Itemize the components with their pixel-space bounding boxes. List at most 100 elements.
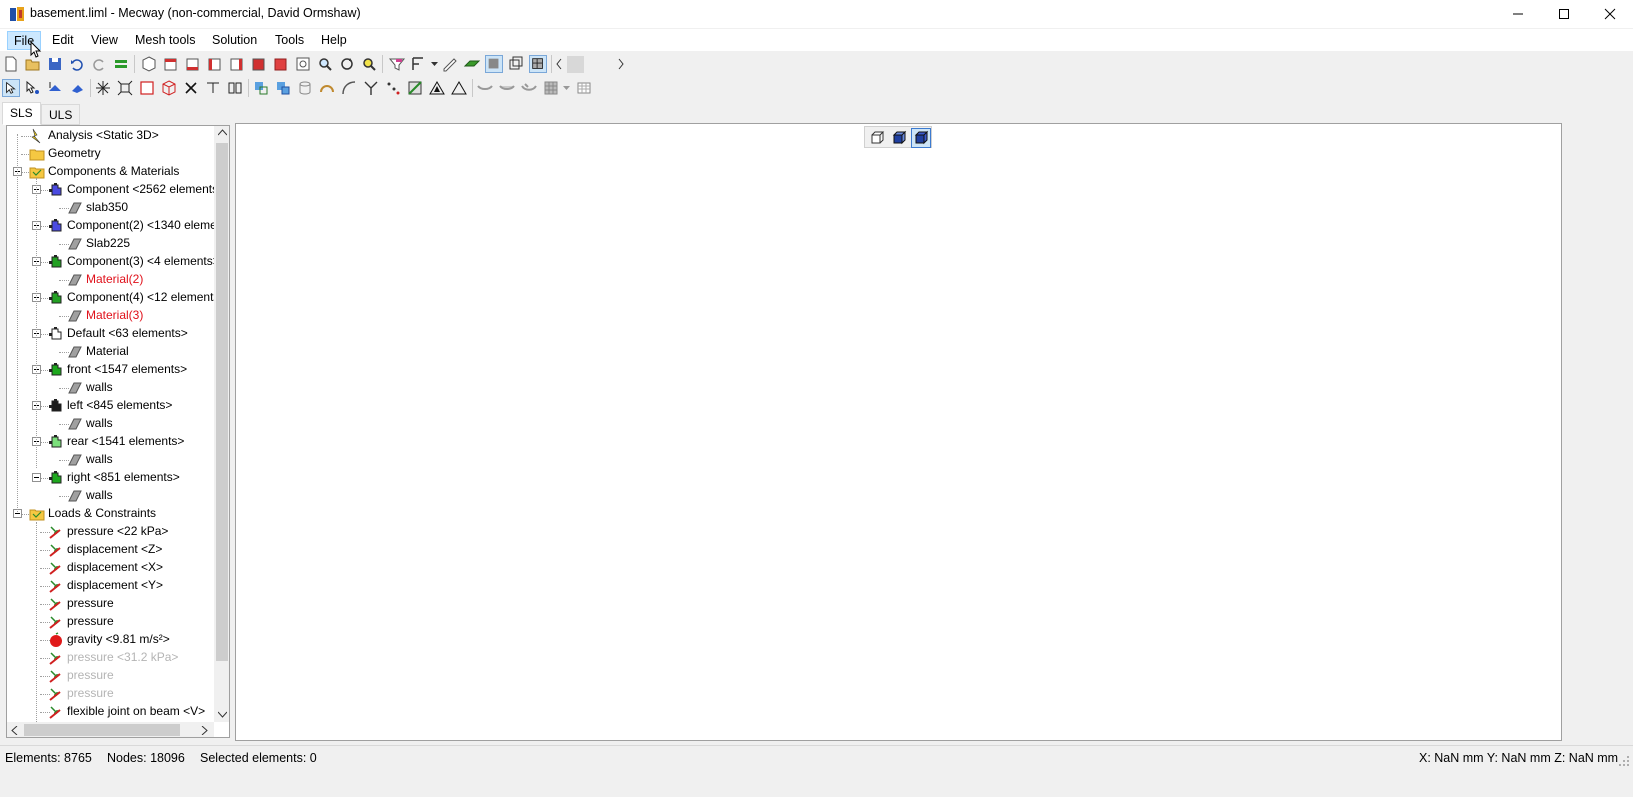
tree-vscroll-thumb[interactable] bbox=[216, 143, 228, 661]
toolbar-overflow-scroll[interactable] bbox=[555, 56, 630, 73]
view-top-icon[interactable] bbox=[250, 55, 268, 73]
arc-icon[interactable] bbox=[318, 79, 336, 97]
view-right-icon[interactable] bbox=[228, 55, 246, 73]
tree-horizontal-scrollbar[interactable] bbox=[7, 722, 214, 737]
close-button[interactable] bbox=[1587, 0, 1633, 28]
triangle-outline-icon[interactable] bbox=[450, 79, 468, 97]
view-back-icon[interactable] bbox=[184, 55, 202, 73]
tree-item[interactable]: Default <63 elements> bbox=[7, 325, 212, 342]
bend-icon[interactable] bbox=[340, 79, 358, 97]
tree-item[interactable]: right <851 elements> bbox=[7, 469, 212, 486]
tree-item[interactable]: pressure <31.2 kPa> bbox=[7, 649, 212, 666]
scroll-right-icon[interactable] bbox=[201, 726, 208, 735]
tree-item[interactable]: Material(3) bbox=[7, 307, 212, 324]
tree-item[interactable]: pressure bbox=[7, 595, 212, 612]
menu-solution[interactable]: Solution bbox=[206, 31, 263, 50]
merge-icon[interactable] bbox=[204, 79, 222, 97]
shaded-cube-icon[interactable] bbox=[911, 128, 931, 148]
undo-icon[interactable] bbox=[68, 55, 86, 73]
tree-item[interactable]: walls bbox=[7, 451, 212, 468]
tree-item[interactable]: walls bbox=[7, 415, 212, 432]
rotate-icon[interactable] bbox=[338, 55, 356, 73]
points-icon[interactable] bbox=[384, 79, 402, 97]
tree-item[interactable]: flexible joint on beam <V> bbox=[7, 703, 212, 720]
split-icon[interactable] bbox=[226, 79, 244, 97]
resize-grip-icon[interactable] bbox=[1618, 755, 1630, 767]
box-icon[interactable] bbox=[138, 79, 156, 97]
zoom-icon[interactable] bbox=[316, 55, 334, 73]
tree-hscroll-thumb[interactable] bbox=[24, 724, 180, 736]
move-icon[interactable] bbox=[252, 79, 270, 97]
zoom-box-icon[interactable] bbox=[294, 55, 312, 73]
measure-icon[interactable] bbox=[410, 55, 428, 73]
select-filter-icon[interactable] bbox=[388, 55, 406, 73]
menu-help[interactable]: Help bbox=[315, 31, 353, 50]
tree-item[interactable]: Loads & Constraints bbox=[7, 505, 212, 522]
tree-item[interactable]: left <845 elements> bbox=[7, 397, 212, 414]
menu-mesh-tools[interactable]: Mesh tools bbox=[129, 31, 201, 50]
zoom-fit-icon[interactable] bbox=[360, 55, 378, 73]
select-icon[interactable] bbox=[2, 79, 20, 97]
tree-item[interactable]: pressure bbox=[7, 613, 212, 630]
equal-icon[interactable] bbox=[112, 55, 130, 73]
tree-item[interactable]: pressure bbox=[7, 685, 212, 702]
wireframe-cube-icon[interactable] bbox=[868, 129, 886, 147]
view-iso-icon[interactable] bbox=[140, 55, 158, 73]
tree-item[interactable]: rear <1541 elements> bbox=[7, 433, 212, 450]
shrink-icon[interactable] bbox=[116, 79, 134, 97]
view-bottom-icon[interactable] bbox=[272, 55, 290, 73]
mesh-icon[interactable] bbox=[406, 79, 424, 97]
shaded-icon[interactable] bbox=[485, 55, 503, 73]
select-node-icon[interactable] bbox=[24, 79, 42, 97]
solid-cube-icon[interactable] bbox=[890, 129, 908, 147]
explode-icon[interactable] bbox=[94, 79, 112, 97]
tree-item[interactable]: front <1547 elements> bbox=[7, 361, 212, 378]
delete-icon[interactable] bbox=[182, 79, 200, 97]
tree-item[interactable]: walls bbox=[7, 487, 212, 504]
wireframe-icon[interactable] bbox=[507, 55, 525, 73]
tree-item[interactable]: walls bbox=[7, 379, 212, 396]
tree-item[interactable]: Material bbox=[7, 343, 212, 360]
scroll-thumb[interactable] bbox=[567, 56, 584, 73]
tree-item[interactable]: gravity <9.81 m/s²> bbox=[7, 631, 212, 648]
cube-icon[interactable] bbox=[160, 79, 178, 97]
menu-view[interactable]: View bbox=[85, 31, 124, 50]
scroll-up-icon[interactable] bbox=[218, 129, 227, 136]
tree-item[interactable]: Component <2562 elements> bbox=[7, 181, 225, 198]
redo-icon[interactable] bbox=[90, 55, 108, 73]
sketch-icon[interactable] bbox=[441, 55, 459, 73]
tree-item[interactable]: Material(2) bbox=[7, 271, 212, 288]
dropdown-arrow-icon[interactable] bbox=[563, 86, 570, 92]
copy-icon[interactable] bbox=[274, 79, 292, 97]
tab-uls[interactable]: ULS bbox=[41, 104, 81, 125]
view-left-icon[interactable] bbox=[206, 55, 224, 73]
menu-tools[interactable]: Tools bbox=[269, 31, 310, 50]
tree-item[interactable]: pressure <22 kPa> bbox=[7, 523, 212, 540]
tree-item[interactable]: Slab225 bbox=[7, 235, 212, 252]
tree-expander[interactable] bbox=[32, 473, 41, 482]
shell3-icon[interactable] bbox=[520, 79, 538, 97]
select-element-icon[interactable] bbox=[46, 79, 64, 97]
tree-item[interactable]: Geometry bbox=[7, 145, 212, 162]
scroll-left-icon[interactable] bbox=[11, 726, 18, 735]
tab-sls[interactable]: SLS bbox=[2, 102, 41, 125]
dropdown-arrow-icon[interactable] bbox=[431, 62, 438, 68]
tree-item[interactable]: Component(4) <12 elements> bbox=[7, 289, 226, 306]
model-viewport[interactable] bbox=[235, 123, 1562, 741]
tree-item[interactable]: displacement <X> bbox=[7, 559, 212, 576]
triangle-filled-icon[interactable] bbox=[428, 79, 446, 97]
tree-item[interactable]: displacement <Y> bbox=[7, 577, 212, 594]
tree-item[interactable]: slab350 bbox=[7, 199, 212, 216]
new-icon[interactable] bbox=[2, 55, 20, 73]
tree-item[interactable]: Components & Materials bbox=[7, 163, 212, 180]
menu-edit[interactable]: Edit bbox=[46, 31, 80, 50]
tree-item[interactable]: displacement <Z> bbox=[7, 541, 212, 558]
surface-icon[interactable] bbox=[463, 55, 481, 73]
shell-icon[interactable] bbox=[476, 79, 494, 97]
branch-icon[interactable] bbox=[362, 79, 380, 97]
minimize-button[interactable] bbox=[1495, 0, 1541, 28]
tree-item[interactable]: Analysis <Static 3D> bbox=[7, 127, 212, 144]
maximize-button[interactable] bbox=[1541, 0, 1587, 28]
tree-vertical-scrollbar[interactable] bbox=[214, 126, 229, 722]
select-paint-icon[interactable] bbox=[68, 79, 86, 97]
